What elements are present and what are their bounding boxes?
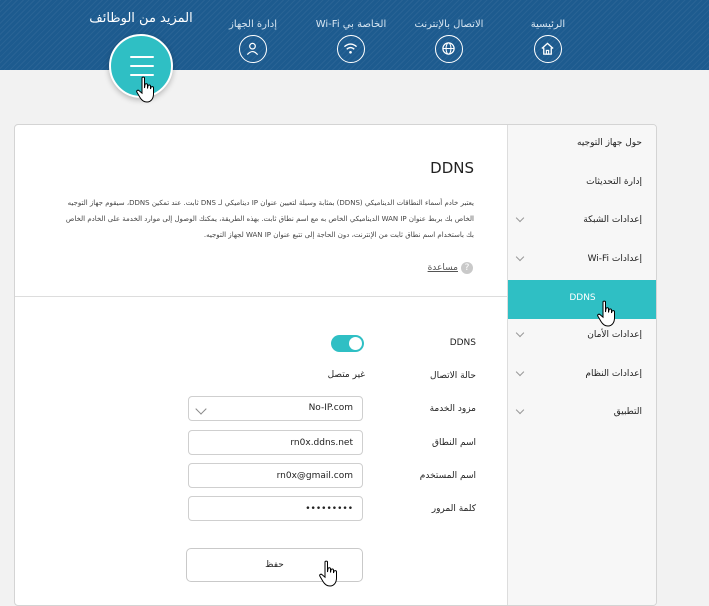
question-icon: ? xyxy=(461,262,473,274)
chevron-down-icon xyxy=(515,213,525,223)
user-icon xyxy=(239,35,267,63)
hand-cursor-icon xyxy=(597,300,615,327)
sidebar-item-label: حول جهاز التوجيه xyxy=(577,138,642,148)
top-navigation-bar: الرئيسية الاتصال بالإنترنت Wi-Fi الخاصة … xyxy=(0,0,709,70)
sidebar-item-application[interactable]: التطبيق xyxy=(508,394,656,433)
sidebar-item-label: التطبيق xyxy=(613,407,642,417)
nav-item-my-wifi-label: Wi-Fi الخاصة بي xyxy=(315,19,387,30)
sidebar-item-ddns[interactable]: DDNS xyxy=(508,280,656,319)
password-input[interactable] xyxy=(188,496,363,521)
sidebar-item-label: إعدادات الأمان xyxy=(587,330,642,340)
page-title: DDNS xyxy=(430,159,474,177)
nav-item-device-management-label: إدارة الجهاز xyxy=(228,19,278,30)
menu-bar-icon xyxy=(130,56,154,58)
nav-item-home[interactable]: الرئيسية xyxy=(508,18,588,63)
sidebar-item-network-settings[interactable]: إعدادات الشبكة xyxy=(508,202,656,241)
more-functions-title: المزيد من الوظائف xyxy=(89,11,193,26)
username-input[interactable] xyxy=(188,463,363,488)
sidebar-item-about-router[interactable]: حول جهاز التوجيه xyxy=(508,125,656,164)
hand-cursor-icon xyxy=(319,560,337,587)
sidebar-item-label: إعدادات Wi-Fi xyxy=(587,254,642,264)
service-provider-label: مزود الخدمة xyxy=(429,404,476,414)
chevron-down-icon xyxy=(195,403,207,415)
ddns-description: يعتبر خادم أسماء النطاقات الديناميكي (DD… xyxy=(65,199,474,239)
nav-item-home-label: الرئيسية xyxy=(530,19,566,30)
chevron-down-icon xyxy=(515,405,525,415)
sidebar-item-security-settings[interactable]: إعدادات الأمان xyxy=(508,317,656,356)
home-icon xyxy=(534,35,562,63)
sidebar-item-label: DDNS xyxy=(569,293,596,303)
password-label: كلمة المرور xyxy=(431,504,476,514)
ddns-toggle-label: DDNS xyxy=(449,338,476,348)
sidebar-item-label: إعدادات الشبكة xyxy=(583,215,642,225)
chevron-down-icon xyxy=(515,252,525,262)
domain-name-label: اسم النطاق xyxy=(432,438,476,448)
sidebar-item-label: إدارة التحديثات xyxy=(586,177,642,187)
globe-icon xyxy=(435,35,463,63)
sidebar-item-update-management[interactable]: إدارة التحديثات xyxy=(508,164,656,203)
sidebar-item-system-settings[interactable]: إعدادات النظام xyxy=(508,356,656,395)
username-label: اسم المستخدم xyxy=(419,471,476,481)
sidebar-item-label: إعدادات النظام xyxy=(585,369,642,379)
nav-item-internet-label: الاتصال بالإنترنت xyxy=(414,19,484,30)
chevron-down-icon xyxy=(515,367,525,377)
sidebar: حول جهاز التوجيه إدارة التحديثات إعدادات… xyxy=(507,125,656,605)
help-label: مساعدة xyxy=(427,263,458,273)
sidebar-item-wifi-settings[interactable]: إعدادات Wi-Fi xyxy=(508,241,656,280)
nav-item-my-wifi[interactable]: Wi-Fi الخاصة بي xyxy=(311,18,391,63)
nav-item-device-management[interactable]: إدارة الجهاز xyxy=(213,18,293,63)
menu-bar-icon xyxy=(130,65,154,67)
connection-status-label: حالة الاتصال xyxy=(430,371,476,381)
connection-status-value: غير متصل xyxy=(327,370,365,380)
divider xyxy=(15,296,507,297)
main-panel: DDNS يعتبر خادم أسماء النطاقات الديناميك… xyxy=(14,124,657,606)
help-link[interactable]: مساعدة ? xyxy=(428,262,473,274)
service-provider-value: No-IP.com xyxy=(308,403,353,413)
toggle-knob xyxy=(349,337,362,350)
ddns-toggle[interactable] xyxy=(331,335,364,352)
chevron-down-icon xyxy=(515,328,525,338)
hand-cursor-icon xyxy=(136,76,154,103)
wifi-icon xyxy=(337,35,365,63)
nav-item-internet[interactable]: الاتصال بالإنترنت xyxy=(409,18,489,63)
domain-name-input[interactable] xyxy=(188,430,363,455)
ddns-content: DDNS يعتبر خادم أسماء النطاقات الديناميك… xyxy=(15,125,507,605)
service-provider-select[interactable]: No-IP.com xyxy=(188,396,363,421)
